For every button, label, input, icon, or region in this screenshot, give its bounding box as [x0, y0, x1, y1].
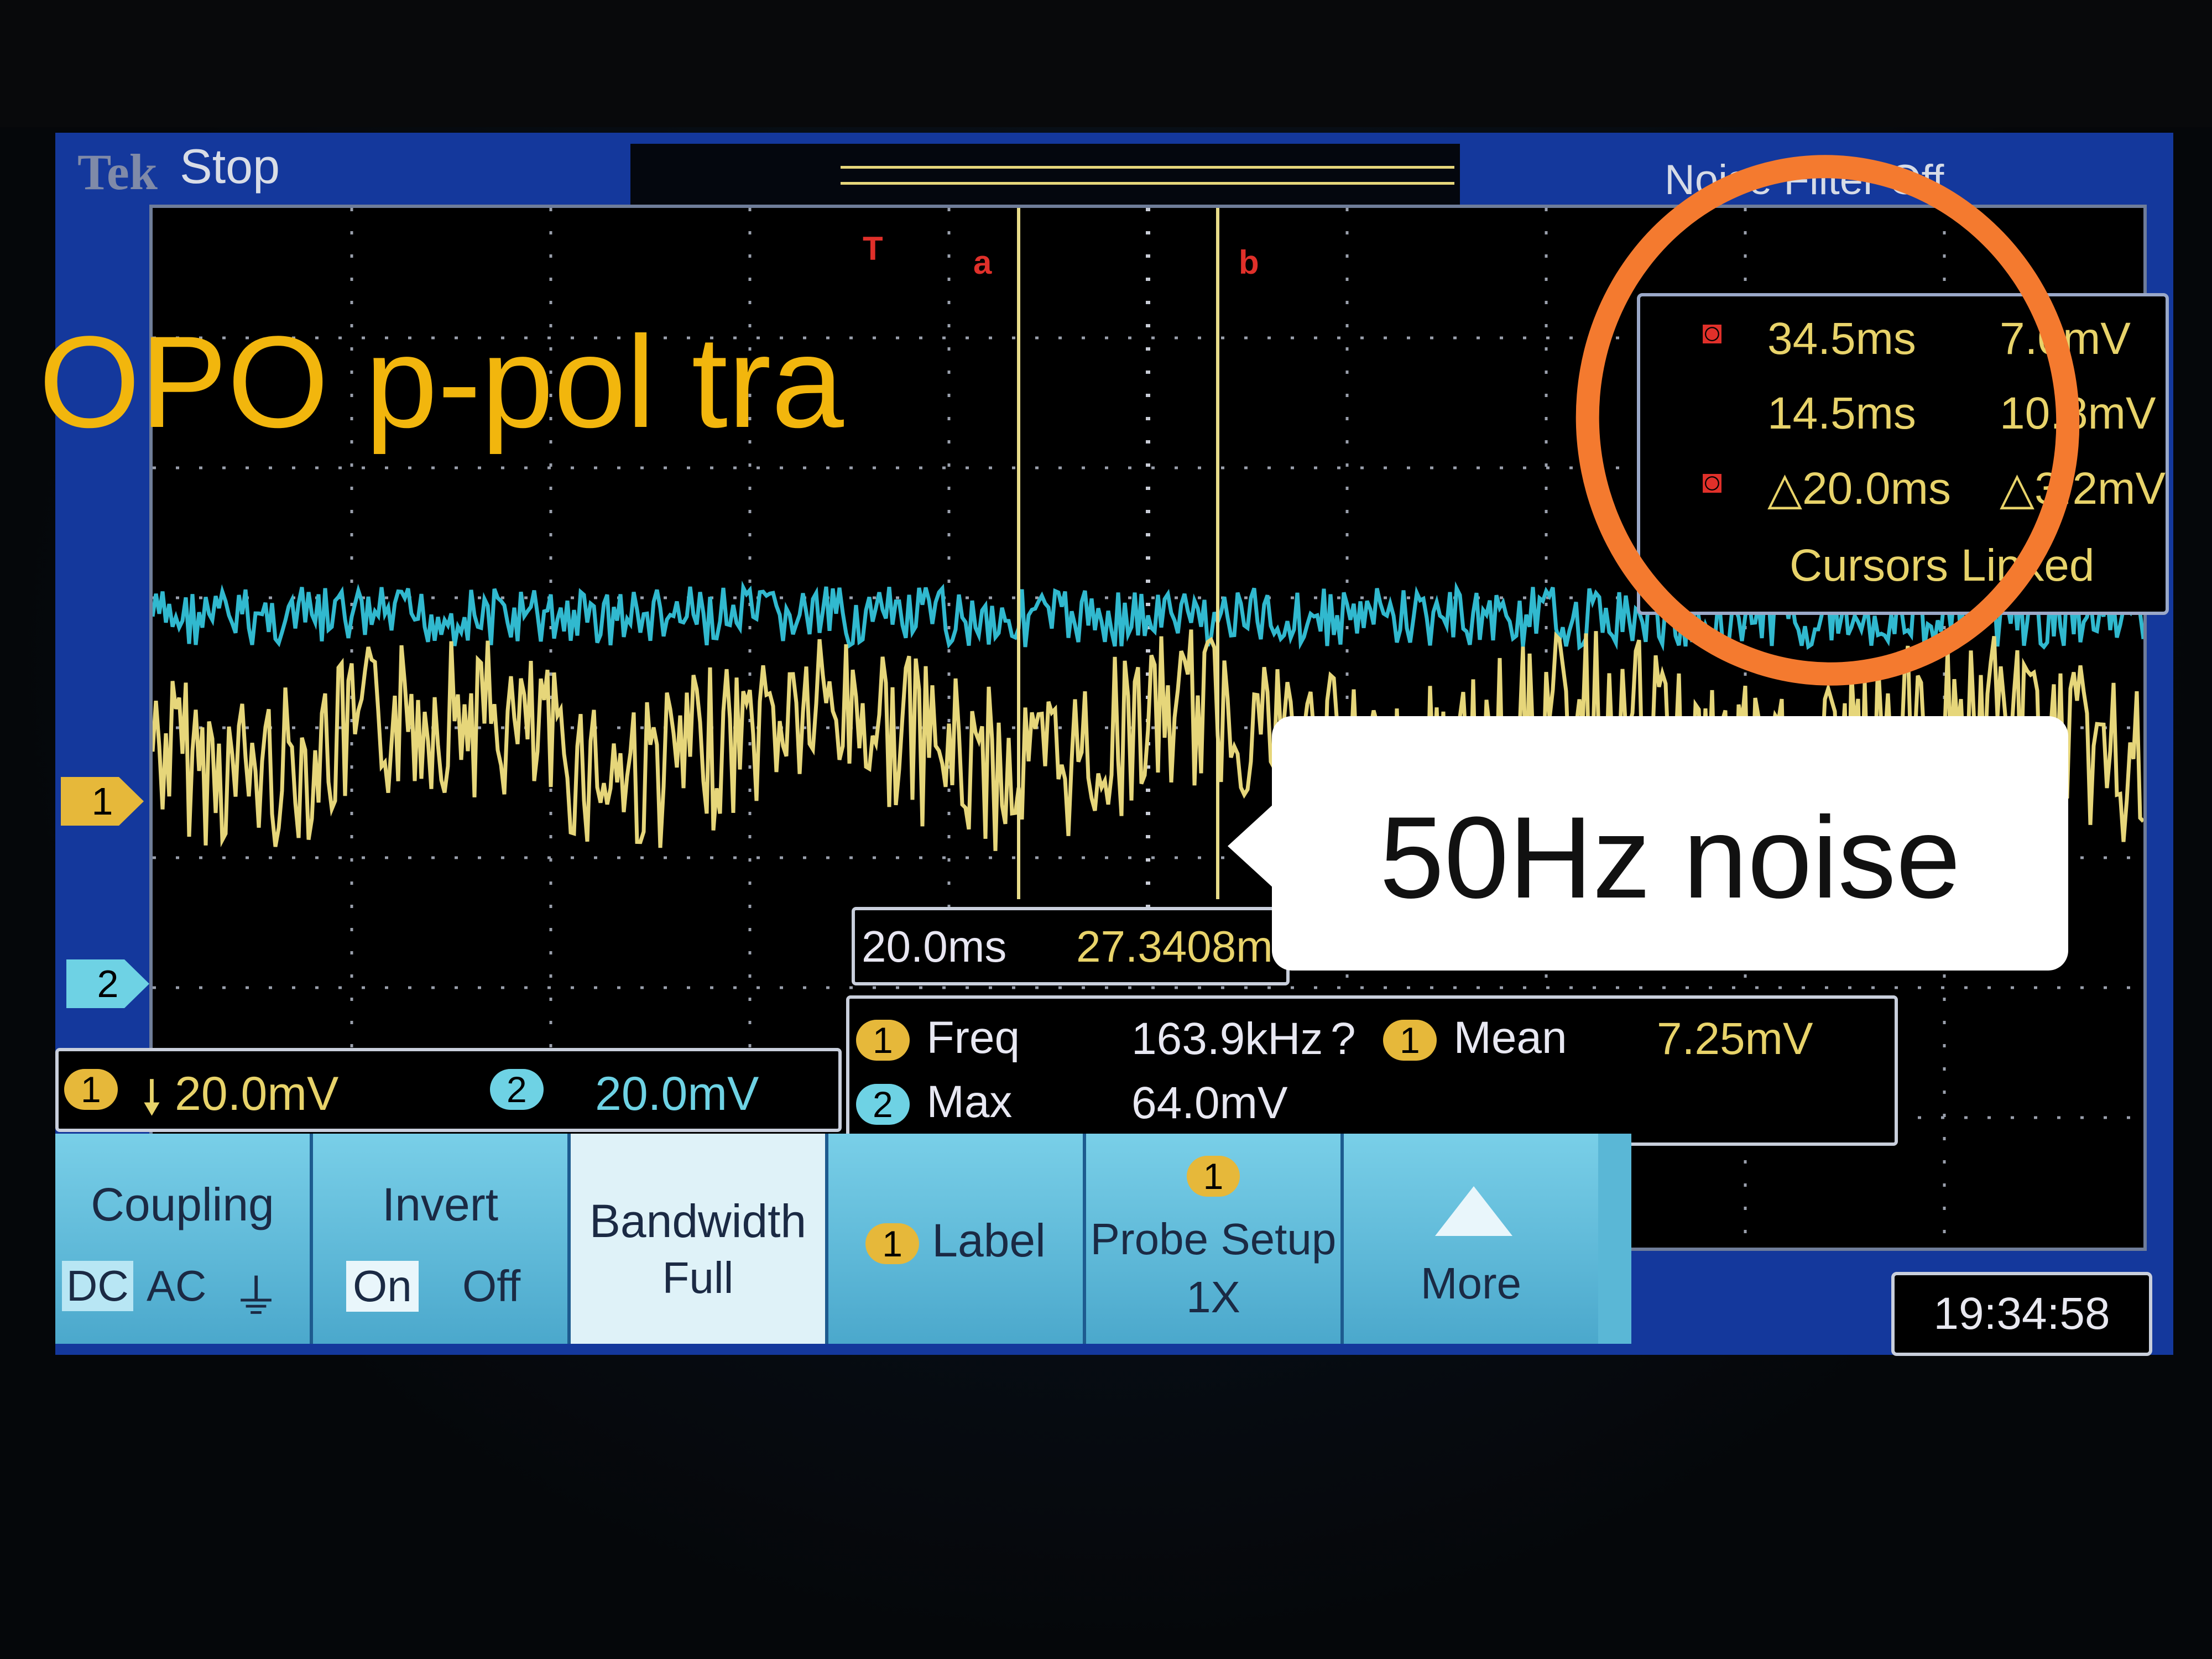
measurement-row: 1 Freq: [856, 1012, 1020, 1064]
channel2-scale: 20.0mV: [595, 1067, 759, 1120]
invert-button[interactable]: Invert On Off: [313, 1134, 571, 1344]
cursor-time-readout: 20.0ms 27.3408ms: [852, 907, 1295, 985]
cursor-time-position: 27.3408ms: [1076, 922, 1295, 971]
brand-logo: Tek: [77, 144, 158, 200]
invert-off-option[interactable]: Off: [462, 1261, 520, 1312]
probe-attenuation: 1X: [1186, 1272, 1240, 1322]
cursor-b-icon[interactable]: b: [1239, 243, 1259, 281]
channel-menu-bar: Coupling DC AC ⏚ Invert On Off Bandwidth…: [55, 1134, 1631, 1344]
channel1-badge: 1: [1383, 1020, 1437, 1061]
arrow-up-icon: [1435, 1186, 1512, 1236]
channel1-badge: 1: [1186, 1156, 1240, 1197]
coupling-dc-option[interactable]: DC: [62, 1261, 133, 1311]
measurement-label: Max: [926, 1077, 1013, 1127]
bandwidth-button[interactable]: Bandwidth Full: [571, 1134, 828, 1344]
annotation-callout: 50Hz noise: [1272, 716, 2068, 971]
bandwidth-label: Bandwidth: [589, 1195, 807, 1247]
label-button[interactable]: 1 Label: [828, 1134, 1086, 1344]
channel1-scale: 20.0mV: [175, 1067, 339, 1120]
measurement-label: Freq: [926, 1013, 1020, 1063]
coupling-label: Coupling: [91, 1178, 274, 1230]
cursor-time-delta: 20.0ms: [862, 922, 1007, 971]
measurement-label: Mean: [1453, 1013, 1567, 1063]
label-title: 1 Label: [828, 1214, 1083, 1267]
mean-value: 7.25mV: [1657, 1014, 1813, 1064]
measurement-panel: 1 Freq 163.9kHz ? 1 Mean 7.25mV 2 Max 64…: [846, 995, 1898, 1146]
callout-text: 50Hz noise: [1379, 792, 1961, 922]
invert-label: Invert: [382, 1178, 499, 1230]
invert-on-option[interactable]: On: [346, 1261, 419, 1312]
channel2-badge[interactable]: 2: [490, 1069, 544, 1110]
probe-setup-label: Probe Setup: [1090, 1214, 1337, 1264]
monitor-bezel: [0, 0, 2212, 127]
measurement-row: 1 Mean: [1383, 1012, 1567, 1064]
run-state-indicator[interactable]: Stop: [180, 138, 280, 195]
record-view-bar: [841, 166, 1454, 185]
probe-setup-button[interactable]: 1 Probe Setup 1X: [1086, 1134, 1344, 1344]
measurement-row: 2 Max: [856, 1076, 1012, 1128]
label-text: Label: [932, 1214, 1046, 1266]
annotation-title: OPO p-pol tra: [39, 309, 844, 455]
more-label: More: [1420, 1259, 1522, 1308]
channel1-badge: 1: [865, 1223, 919, 1264]
more-button[interactable]: More: [1344, 1134, 1598, 1344]
coupling-ac-option[interactable]: AC: [147, 1261, 206, 1311]
channel1-badge[interactable]: 1: [64, 1069, 118, 1110]
probe-channel: 1: [1086, 1156, 1340, 1197]
frequency-value: 163.9kHz: [1131, 1014, 1323, 1064]
cursor-a-icon[interactable]: a: [973, 243, 992, 281]
trigger-position-icon: T: [863, 230, 883, 267]
bandwidth-value: Full: [662, 1253, 734, 1302]
measurement-warning: ?: [1331, 1014, 1356, 1064]
bandwidth-limit-icon: 🠗: [142, 1071, 162, 1124]
channel2-badge: 2: [856, 1084, 910, 1125]
ground-icon[interactable]: ⏚: [232, 1258, 280, 1327]
coupling-button[interactable]: Coupling DC AC ⏚: [55, 1134, 313, 1344]
vertical-scale-readout: 1 🠗 20.0mV 2 20.0mV: [55, 1048, 842, 1132]
max-value: 64.0mV: [1131, 1078, 1288, 1128]
channel1-badge: 1: [856, 1020, 910, 1061]
clock-readout: 19:34:58: [1891, 1272, 2152, 1356]
